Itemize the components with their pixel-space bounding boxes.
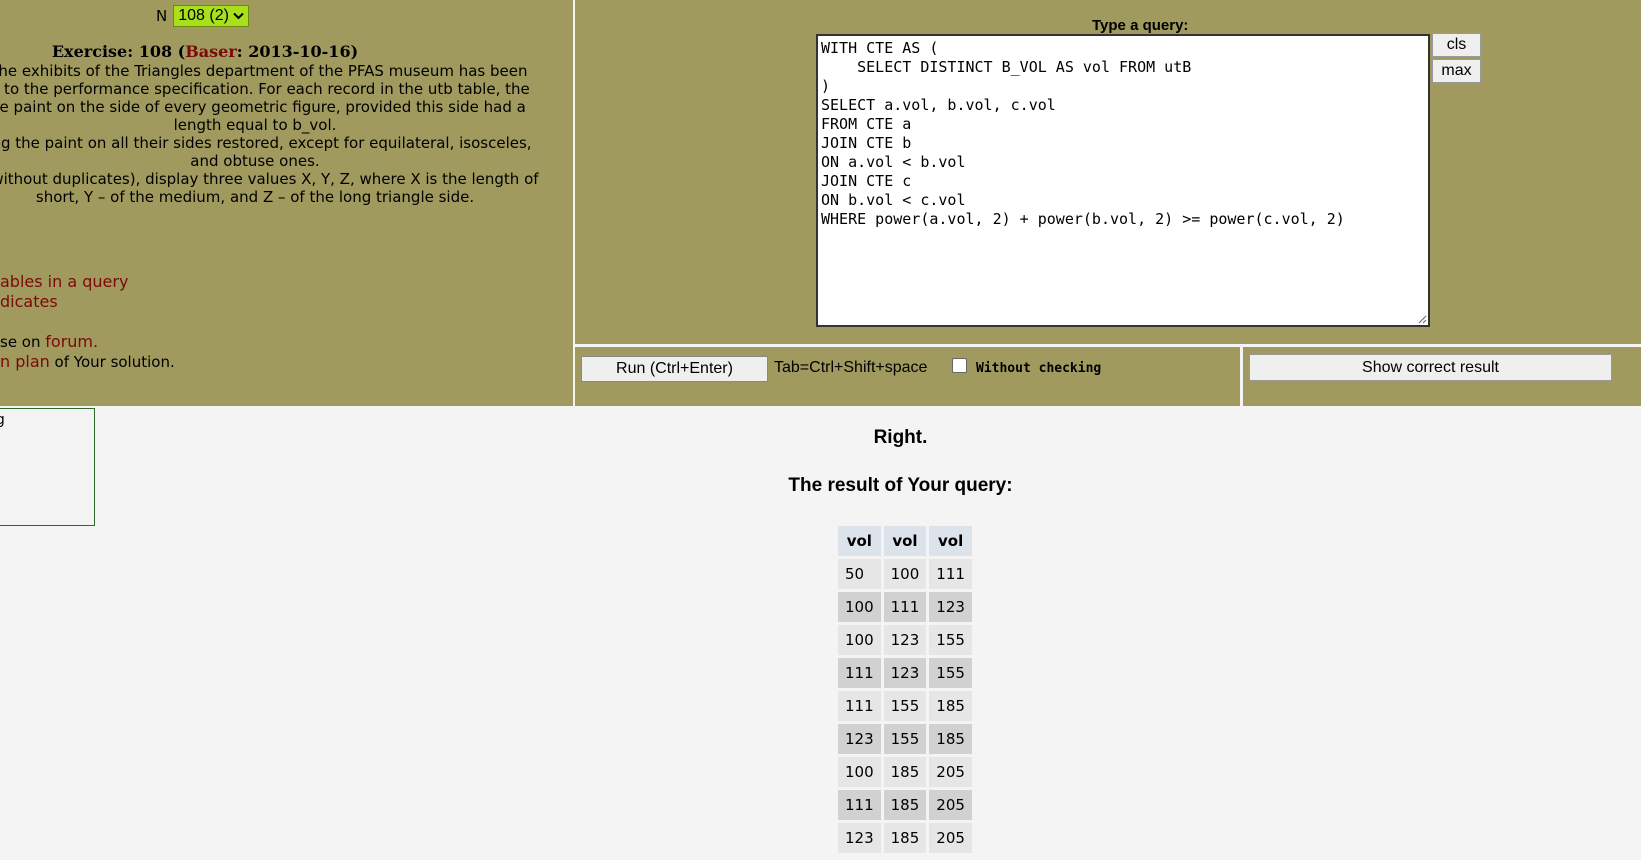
exercise-selector-label: N — [156, 7, 168, 25]
chevron-down-icon — [233, 12, 244, 20]
show-correct-result-button[interactable]: Show correct result — [1249, 354, 1612, 381]
run-button[interactable]: Run (Ctrl+Enter) — [581, 356, 768, 382]
plan-suffix: of Your solution. — [49, 353, 175, 371]
exercise-author-link[interactable]: Baser — [185, 42, 237, 61]
table-row: 111 185 205 — [838, 790, 972, 820]
exercise-title-suffix: : 2013-10-16) — [236, 42, 359, 61]
exercise-title-prefix: Exercise: 108 ( — [51, 42, 186, 61]
table-cell: 155 — [929, 658, 972, 688]
table-cell: 111 — [838, 658, 881, 688]
table-cell: 100 — [838, 625, 881, 655]
table-row: 100 111 123 — [838, 592, 972, 622]
table-cell: 155 — [929, 625, 972, 655]
exercise-title: Exercise: 108 (Baser: 2013-10-16) — [0, 42, 410, 61]
table-cell: 111 — [929, 559, 972, 589]
table-cell: 50 — [838, 559, 881, 589]
table-cell: 111 — [838, 790, 881, 820]
exercise-selector: N 108 (2) — [156, 5, 249, 27]
table-cell: 123 — [838, 823, 881, 853]
result-status: Right. — [873, 427, 928, 448]
exercise-select-value: 108 (2) — [178, 7, 229, 24]
table-cell: 155 — [883, 691, 927, 721]
table-header-row: vol vol vol — [838, 526, 972, 556]
exercise-line: et without duplicates), display three va… — [0, 170, 539, 188]
forum-link[interactable]: forum — [45, 332, 93, 351]
forum-line: se on forum. — [0, 332, 98, 351]
without-checking-label: Without checking — [976, 361, 1102, 376]
table-row: 111 155 185 — [838, 691, 972, 721]
column-header: vol — [929, 526, 972, 556]
tab-hint: Tab=Ctrl+Shift+space — [774, 359, 928, 376]
table-row: 100 123 155 — [838, 625, 972, 655]
maximize-button[interactable]: max — [1432, 59, 1481, 83]
without-checking-checkbox[interactable] — [952, 358, 967, 373]
info-box: ng — [0, 408, 95, 526]
table-cell: 100 — [838, 592, 881, 622]
plan-link[interactable]: n plan — [0, 352, 50, 371]
exercise-select[interactable]: 108 (2) — [173, 5, 249, 27]
table-cell: 111 — [883, 592, 927, 622]
table-cell: 100 — [838, 757, 881, 787]
table-cell: 205 — [929, 757, 972, 787]
predicates-link[interactable]: dicates — [0, 292, 58, 311]
table-cell: 123 — [929, 592, 972, 622]
table-cell: 185 — [929, 691, 972, 721]
exercise-line: short, Y – of the medium, and Z – of the… — [35, 188, 475, 206]
exercise-line: ving the paint on all their sides restor… — [0, 134, 532, 152]
tables-in-query-link[interactable]: ables in a query — [0, 272, 128, 291]
table-cell: 111 — [838, 691, 881, 721]
table-row: 50 100 111 — [838, 559, 972, 589]
query-label: Type a query: — [1092, 17, 1189, 34]
result-table: vol vol vol 50 100 111 100 111 123 100 123 155 11… — [835, 523, 975, 856]
exercise-line: and obtuse ones. — [190, 152, 320, 170]
table-row: 100 185 205 — [838, 757, 972, 787]
table-cell: 205 — [929, 790, 972, 820]
query-editor[interactable]: WITH CTE AS ( SELECT DISTINCT B_VOL AS v… — [816, 34, 1430, 327]
result-heading: The result of Your query: — [788, 475, 1013, 496]
table-cell: 185 — [883, 823, 927, 853]
table-cell: 100 — [883, 559, 927, 589]
table-cell: 155 — [883, 724, 927, 754]
result-table-body: 50 100 111 100 111 123 100 123 155 111 123 155 111 15… — [838, 559, 972, 853]
exercise-line: f the exhibits of the Triangles departme… — [0, 62, 528, 80]
table-cell: 123 — [838, 724, 881, 754]
exercise-panel: N 108 (2) Exercise: 108 (Baser: 2013-10-… — [0, 0, 573, 406]
column-header: vol — [883, 526, 927, 556]
table-cell: 185 — [883, 790, 927, 820]
exercise-line: length equal to b_vol. — [173, 116, 337, 134]
clear-button[interactable]: cls — [1432, 33, 1481, 57]
table-cell: 185 — [929, 724, 972, 754]
table-row: 111 123 155 — [838, 658, 972, 688]
table-cell: 205 — [929, 823, 972, 853]
exercise-line: the paint on the side of every geometric… — [0, 98, 526, 116]
info-box-text: ng — [0, 412, 94, 428]
forum-prefix: se on — [0, 333, 46, 351]
column-header: vol — [838, 526, 881, 556]
table-cell: 123 — [883, 658, 927, 688]
query-text[interactable]: WITH CTE AS ( SELECT DISTINCT B_VOL AS v… — [818, 36, 1428, 232]
table-row: 123 185 205 — [838, 823, 972, 853]
table-cell: 123 — [883, 625, 927, 655]
exercise-line: ng to the performance specification. For… — [0, 80, 530, 98]
plan-line: n plan of Your solution. — [0, 352, 175, 371]
forum-suffix: . — [93, 332, 99, 351]
exercise-description: f the exhibits of the Triangles departme… — [0, 62, 570, 206]
table-cell: 185 — [883, 757, 927, 787]
table-row: 123 155 185 — [838, 724, 972, 754]
resize-handle-icon[interactable] — [1417, 314, 1427, 324]
